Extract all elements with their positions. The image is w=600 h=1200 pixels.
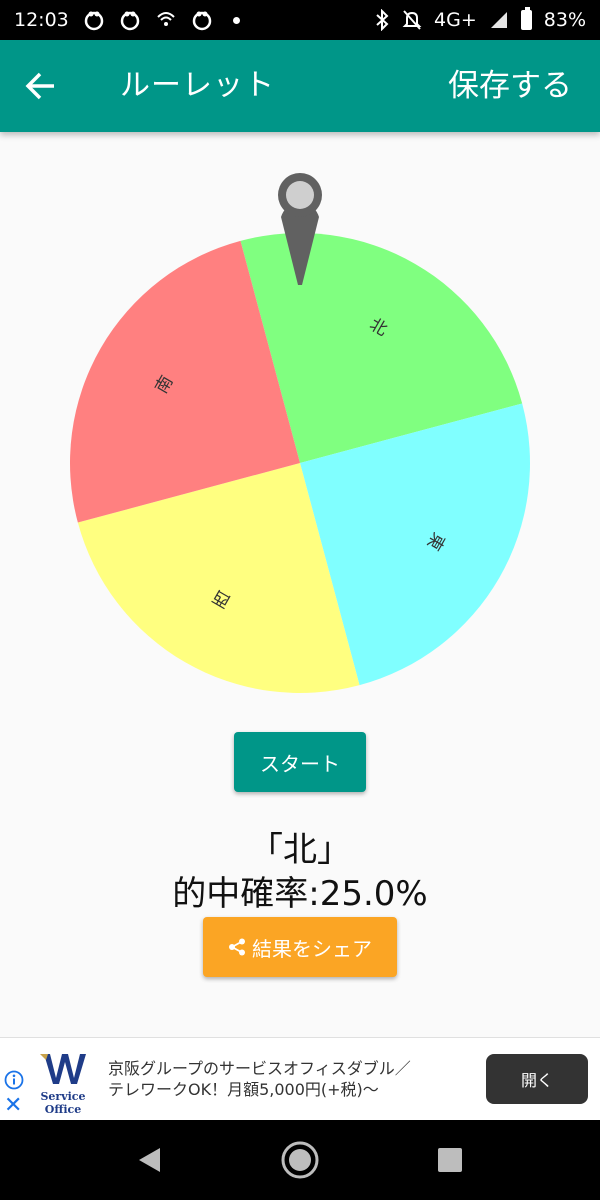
mute-icon [402, 10, 422, 30]
notification-icon [192, 11, 212, 31]
nav-back-button[interactable] [130, 1140, 170, 1180]
back-arrow-icon[interactable] [22, 66, 58, 106]
ad-close-icon[interactable]: ✕ [4, 1095, 24, 1117]
share-result-button[interactable]: 結果をシェア [203, 917, 397, 977]
nav-home-icon [281, 1141, 319, 1179]
share-button-label: 結果をシェア [252, 936, 372, 961]
ad-logo-text: Office [44, 1103, 82, 1116]
battery-icon [520, 7, 532, 30]
ad-line-1: 京阪グループのサービスオフィスダブル／ [108, 1059, 411, 1078]
notification-icon [84, 11, 104, 31]
notification-icon [120, 11, 140, 31]
hit-probability: 的中確率:25.0% [172, 874, 428, 914]
app-bar: ルーレット 保存する [0, 40, 600, 132]
ad-logo: Service Office [36, 1050, 90, 1116]
battery-level: 83% [543, 9, 586, 31]
nav-recents-button[interactable] [430, 1140, 470, 1180]
network-type: 4G+ [434, 9, 477, 31]
share-icon [229, 938, 245, 956]
status-right: 4G+ 83% [374, 7, 586, 31]
nav-recents-icon [438, 1148, 462, 1172]
wifi-calling-icon [157, 12, 175, 26]
ad-info-icon[interactable] [4, 1070, 24, 1090]
status-bar: 12:03 4G+ 83% [0, 0, 600, 40]
start-button[interactable]: スタート [234, 732, 366, 792]
ad-open-button[interactable]: 開く [486, 1054, 588, 1104]
service-office-logo-icon [40, 1054, 86, 1084]
status-time: 12:03 [14, 9, 69, 31]
ad-logo-text: Service [40, 1090, 86, 1103]
ad-banner[interactable]: ✕ Service Office 京阪グループのサービスオフィスダブル／ テレワ… [0, 1037, 600, 1120]
ad-line-2: テレワークOK！月額5,000円(+税)〜 [108, 1080, 379, 1099]
more-notifications-dot [232, 16, 240, 24]
page-title: ルーレット [120, 68, 275, 103]
result-text: 「北」 [249, 830, 351, 870]
signal-icon [490, 12, 507, 28]
nav-home-button[interactable] [280, 1140, 320, 1180]
save-button[interactable]: 保存する [448, 60, 572, 105]
bluetooth-icon [376, 9, 389, 31]
roulette-wheel[interactable]: 北東西南 [60, 165, 540, 705]
ad-text: 京阪グループのサービスオフィスダブル／ テレワークOK！月額5,000円(+税)… [108, 1058, 448, 1100]
nav-back-icon [139, 1148, 160, 1172]
nav-bar [0, 1120, 600, 1200]
